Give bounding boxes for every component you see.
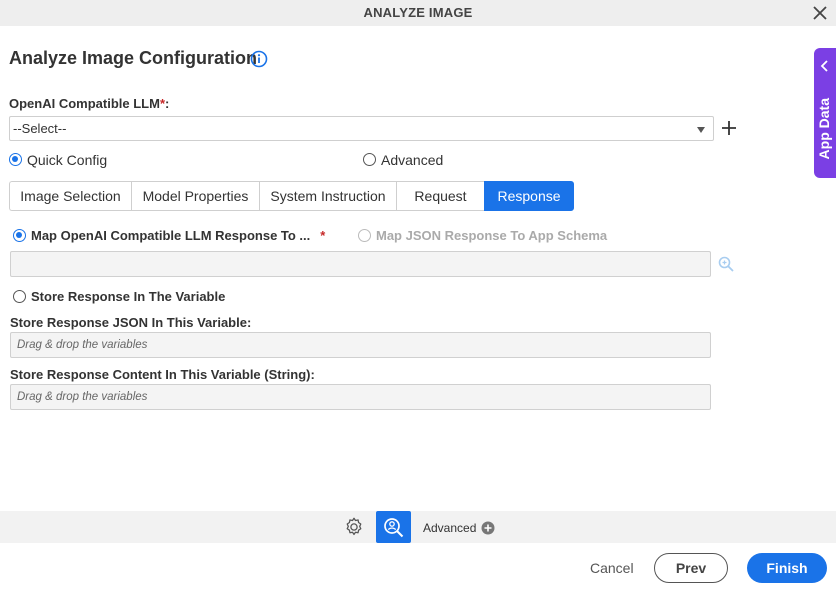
store-response-variable-label: Store Response In The Variable (31, 289, 226, 304)
cancel-button[interactable]: Cancel (590, 560, 634, 576)
page-title: Analyze Image Configuration (9, 48, 258, 68)
content-variable-label: Store Response Content In This Variable … (10, 367, 315, 382)
store-response-variable-radio[interactable] (13, 290, 26, 303)
tab-model-properties[interactable]: Model Properties (131, 181, 259, 211)
map-llm-response-radio[interactable] (13, 229, 26, 242)
llm-label: OpenAI Compatible LLM*: (9, 96, 170, 111)
map-json-response-radio[interactable] (358, 229, 371, 242)
app-data-panel-toggle[interactable]: App Data (814, 48, 836, 178)
test-search-icon (384, 518, 404, 538)
advanced-toggle-label[interactable]: Advanced (423, 521, 476, 535)
search-icon[interactable] (717, 255, 735, 273)
test-button[interactable] (376, 511, 411, 543)
bottom-toolbar (0, 511, 836, 543)
tab-response[interactable]: Response (484, 181, 574, 211)
gear-icon[interactable] (343, 516, 365, 538)
config-tabs: Image Selection Model Properties System … (9, 181, 574, 211)
map-json-response-label: Map JSON Response To App Schema (376, 228, 608, 243)
chevron-down-icon (697, 127, 705, 133)
map-response-field[interactable] (10, 251, 711, 277)
advanced-radio[interactable] (363, 153, 376, 166)
plus-icon[interactable] (721, 120, 737, 136)
tab-image-selection[interactable]: Image Selection (9, 181, 131, 211)
finish-button[interactable]: Finish (747, 553, 827, 583)
app-data-label: App Data (816, 98, 832, 160)
quick-config-radio[interactable] (9, 153, 22, 166)
json-variable-placeholder: Drag & drop the variables (17, 339, 148, 351)
llm-select-value: --Select-- (13, 121, 67, 136)
prev-button[interactable]: Prev (654, 553, 728, 583)
llm-select[interactable]: --Select-- (9, 116, 714, 141)
close-icon[interactable] (810, 3, 830, 23)
map-llm-response-label: Map OpenAI Compatible LLM Response To ..… (31, 228, 326, 243)
chevron-left-icon (820, 60, 828, 72)
dialog-title: ANALYZE IMAGE (363, 5, 473, 20)
tab-request[interactable]: Request (396, 181, 484, 211)
advanced-label: Advanced (381, 152, 444, 168)
info-icon[interactable] (250, 50, 268, 68)
quick-config-label: Quick Config (27, 152, 108, 168)
json-variable-dropzone[interactable]: Drag & drop the variables (10, 332, 711, 358)
json-variable-label: Store Response JSON In This Variable: (10, 315, 252, 330)
dialog-titlebar: ANALYZE IMAGE (0, 0, 836, 26)
content-variable-placeholder: Drag & drop the variables (17, 391, 148, 403)
content-variable-dropzone[interactable]: Drag & drop the variables (10, 384, 711, 410)
plus-circle-icon[interactable] (481, 521, 495, 535)
tab-system-instruction[interactable]: System Instruction (259, 181, 396, 211)
